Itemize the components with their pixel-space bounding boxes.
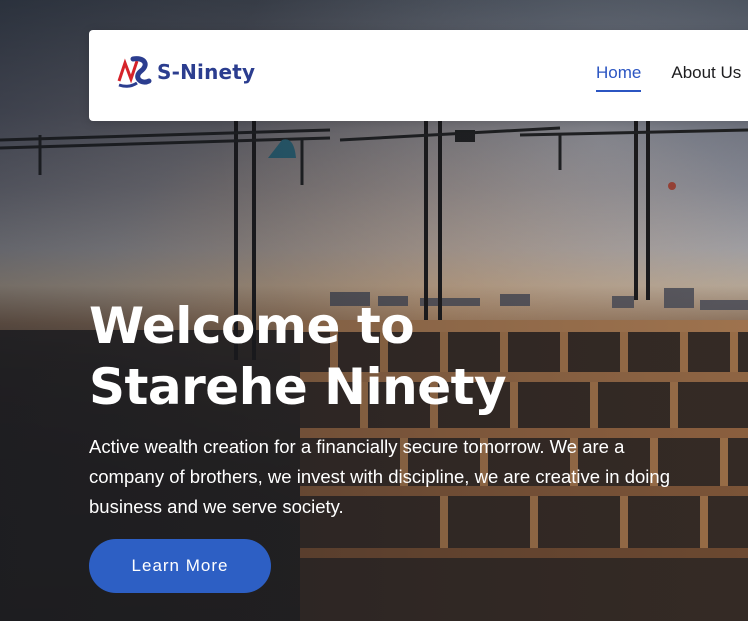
top-navbar: S-Ninety Home About Us bbox=[89, 30, 748, 121]
hero-title: Welcome to Starehe Ninety bbox=[89, 296, 609, 418]
learn-more-button[interactable]: Learn More bbox=[89, 539, 271, 593]
nav-menu: Home About Us bbox=[596, 63, 741, 92]
hero-title-line1: Welcome to bbox=[89, 297, 415, 355]
s-ninety-logo-mark-icon bbox=[117, 56, 152, 88]
brand-name: S-Ninety bbox=[157, 60, 256, 84]
hero-section: S-Ninety Home About Us Welcome to Stareh… bbox=[0, 0, 748, 621]
brand-logo[interactable]: S-Ninety bbox=[115, 54, 255, 90]
hero-title-line2: Starehe Ninety bbox=[89, 358, 507, 416]
nav-item-about-us[interactable]: About Us bbox=[671, 63, 741, 83]
hero-description: Active wealth creation for a financially… bbox=[89, 436, 670, 517]
nav-item-home[interactable]: Home bbox=[596, 63, 642, 92]
